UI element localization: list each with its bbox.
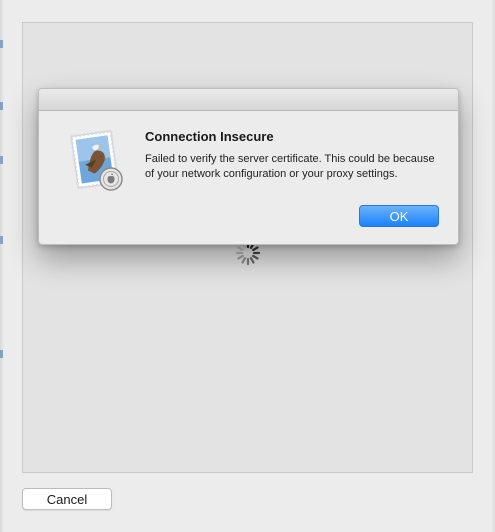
background-marker bbox=[0, 102, 3, 110]
alert-message: Failed to verify the server certificate.… bbox=[145, 153, 435, 180]
background-window-edge bbox=[0, 0, 4, 532]
background-marker bbox=[0, 156, 3, 164]
cancel-button[interactable]: Cancel bbox=[22, 488, 112, 510]
background-window-edge-right bbox=[491, 0, 495, 532]
alert-titlebar bbox=[39, 89, 458, 111]
mail-app-icon bbox=[69, 129, 123, 191]
background-marker bbox=[0, 350, 3, 358]
background-marker bbox=[0, 40, 3, 48]
connection-insecure-alert: Connection Insecure Failed to verify the… bbox=[38, 88, 459, 245]
background-marker bbox=[0, 236, 3, 244]
ok-button[interactable]: OK bbox=[359, 205, 439, 227]
alert-title: Connection Insecure bbox=[145, 129, 274, 144]
